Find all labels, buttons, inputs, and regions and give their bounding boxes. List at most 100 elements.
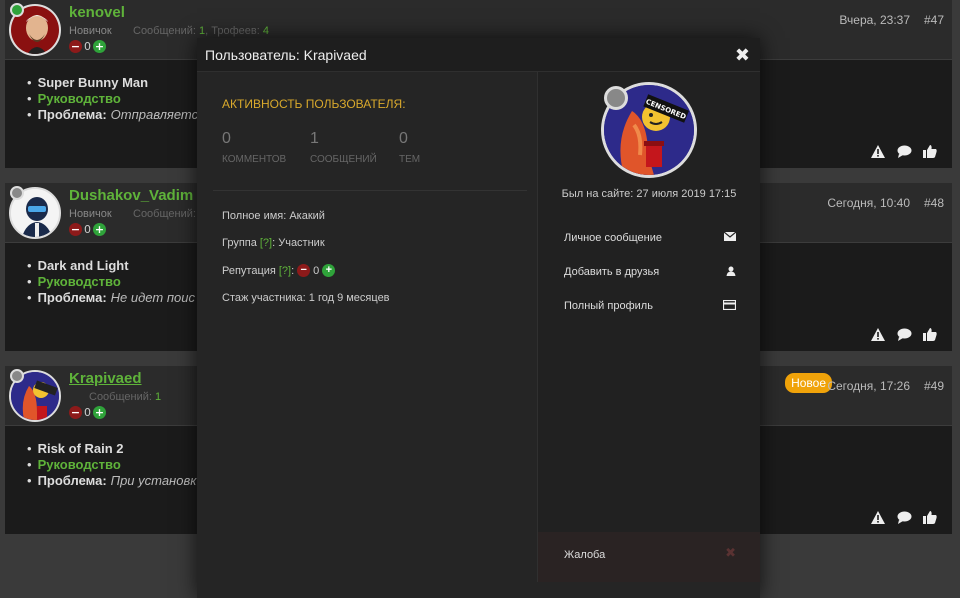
rep-value: 0 [84,223,91,236]
post-content-list: Super Bunny Man Руководство Проблема:Отп… [27,75,206,123]
rep-plus-button[interactable]: + [93,223,106,236]
menu-label: Личное сообщение [564,232,663,244]
post-date: Сегодня, 10:40 [827,196,910,210]
post-content-list: Dark and Light Руководство Проблема:Не и… [27,258,195,306]
messages-count: 1 [155,391,162,403]
full-name-line: Полное имя: Акакий [222,210,325,222]
guide-link[interactable]: Руководство [38,91,121,106]
comment-icon[interactable] [896,144,912,158]
post-date: Вчера, 23:37 [839,13,910,27]
reputation-line: Репутация [?]: − 0 + [222,264,336,277]
comment-icon[interactable] [896,327,912,341]
post-author-stats: Сообщений: 1 [133,208,205,220]
messages-count: 1 [199,25,206,37]
post-number[interactable]: #47 [924,13,944,27]
rep-plus-button[interactable]: + [322,264,336,277]
game-title: Dark and Light [37,258,129,273]
like-icon[interactable] [922,327,938,341]
messages-label: Сообщений: [89,391,152,403]
rep-colon: : [291,264,295,277]
user-icon [726,266,736,279]
stat-topics: 0 ТЕМ [399,130,420,165]
close-icon[interactable]: ✖ [735,45,750,66]
guide-link[interactable]: Руководство [38,274,121,289]
post-date: Сегодня, 17:26 [827,379,910,393]
full-name: Полное имя: Акакий [222,210,325,222]
offline-status-icon [10,369,24,383]
rep-help-link[interactable]: [?] [279,265,291,277]
rep-plus-button[interactable]: + [93,40,106,53]
rep-minus-button[interactable]: − [69,406,82,419]
post-number[interactable]: #48 [924,196,944,210]
post-author-name[interactable]: Krapivaed [69,370,142,387]
rep-label: Репутация [222,264,276,277]
modal-header: Пользователь: Krapivaed ✖ [197,38,760,72]
last-seen: Был на сайте: 27 июля 2019 17:15 [561,188,737,200]
group-line: Группа [?]: Участник [222,237,325,249]
stat-label: ТЕМ [399,154,421,165]
game-title: Super Bunny Man [37,75,149,90]
add-friend-button[interactable]: Добавить в друзья [564,262,736,282]
close-icon: ✖ [725,546,736,561]
game-title: Risk of Rain 2 [37,441,124,456]
like-icon[interactable] [922,510,938,524]
group-label: Группа [222,237,257,249]
rep-minus-button[interactable]: − [69,40,82,53]
full-profile-button[interactable]: Полный профиль [564,296,737,316]
trophies-label: Трофеев: [211,25,260,37]
group-value: : Участник [272,237,325,249]
warning-icon[interactable] [870,144,886,158]
post-author-stats: Сообщений: 1, Трофеев: 4 [133,25,269,37]
list-item: Проблема:Отправляется [27,107,206,122]
report-button[interactable]: Жалоба ✖ [538,532,760,582]
list-item: Risk of Rain 2 [27,441,196,456]
post-actions [870,510,938,524]
report-label: Жалоба [564,549,606,561]
card-icon [722,299,737,313]
messages-label: Сообщений: [133,208,196,220]
stat-label: СООБЩЕНИЙ [310,154,377,165]
problem-text: Не идет поис [110,290,195,305]
problem-label: Проблема: [37,473,107,488]
group-help-link[interactable]: [?] [260,237,272,249]
reputation-controls: − 0 + [69,40,106,53]
post-number[interactable]: #49 [924,379,944,393]
stat-value: 0 [399,130,408,147]
offline-status-icon [604,86,628,110]
problem-label: Проблема: [37,107,107,122]
private-message-button[interactable]: Личное сообщение [564,228,737,248]
trophies-count: 4 [262,25,269,37]
menu-label: Добавить в друзья [564,266,660,278]
envelope-icon [723,231,737,244]
modal-right-panel: CENSORED Был на сайте: 27 июля 2019 17:1… [537,72,760,582]
guide-link[interactable]: Руководство [38,457,121,472]
list-item: Super Bunny Man [27,75,205,90]
stat-comments: 0 КОММЕНТОВ [222,130,286,165]
stat-value: 1 [310,130,319,147]
rep-plus-button[interactable]: + [93,406,106,419]
comment-icon[interactable] [896,510,912,524]
problem-text: Отправляется [110,107,206,122]
post-author-rank: Новичок [69,25,112,37]
tenure: Стаж участника: 1 год 9 месяцев [222,292,390,304]
post-content-list: Risk of Rain 2 Руководство Проблема:При … [27,441,197,489]
online-status-icon [10,3,24,17]
problem-label: Проблема: [37,290,107,305]
rep-value: 0 [84,40,91,53]
warning-icon[interactable] [870,327,886,341]
rep-minus-button[interactable]: − [297,264,311,277]
stat-messages: 1 СООБЩЕНИЙ [310,130,377,165]
like-icon[interactable] [922,144,938,158]
modal-title: Пользователь: Krapivaed [205,47,367,63]
stat-value: 0 [222,130,231,147]
divider [213,190,527,191]
post-author-name[interactable]: Dushakov_Vadim [69,187,193,204]
modal-left-panel: АКТИВНОСТЬ ПОЛЬЗОВАТЕЛЯ: 0 КОММЕНТОВ 1 С… [197,72,537,582]
rep-value: 0 [313,264,320,277]
reputation-controls: − 0 + [69,223,106,236]
list-item: Проблема:При установк [27,473,197,488]
warning-icon[interactable] [870,510,886,524]
rep-minus-button[interactable]: − [69,223,82,236]
post-author-name[interactable]: kenovel [69,4,125,21]
post-author-stats: Сообщений: 1 [89,391,161,403]
